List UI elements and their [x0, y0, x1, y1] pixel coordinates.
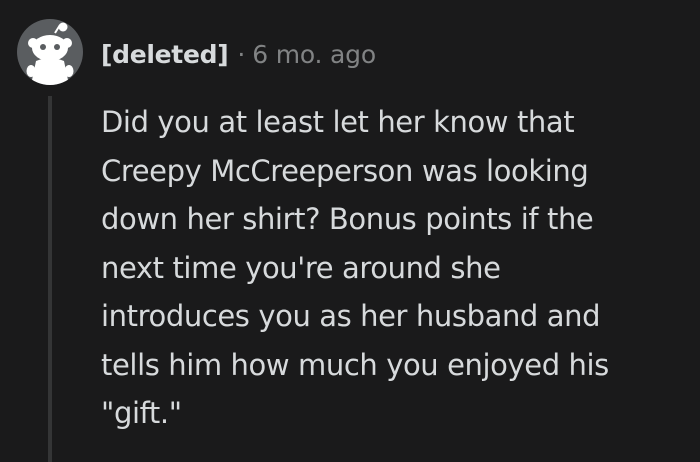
- meta-separator: ·: [237, 39, 246, 69]
- reddit-snoo-icon: [26, 22, 74, 85]
- comment-body-line: Did you at least let her know that: [101, 105, 575, 139]
- comment-timestamp[interactable]: 6 mo. ago: [252, 40, 376, 69]
- author-username[interactable]: [deleted]: [101, 40, 229, 69]
- comment-body-line: Creepy McCreeperson was looking: [101, 153, 589, 188]
- comment-body-line: introduces you as her husband and: [101, 299, 601, 333]
- comment-body: Did you at least let her know that Creep…: [101, 98, 681, 438]
- comment-body-line: down her shirt? Bonus points if the: [101, 202, 594, 236]
- comment-body-line: next time you're around she: [101, 250, 501, 285]
- comment-body-line: tells him how much you enjoyed his: [101, 347, 609, 382]
- comment-body-line: "gift.": [101, 396, 182, 430]
- comment: [deleted] · 6 mo. ago Did you at least l…: [0, 0, 700, 462]
- thread-collapse-line[interactable]: [48, 96, 52, 462]
- comment-meta: [deleted] · 6 mo. ago: [101, 37, 376, 71]
- avatar[interactable]: [17, 19, 83, 85]
